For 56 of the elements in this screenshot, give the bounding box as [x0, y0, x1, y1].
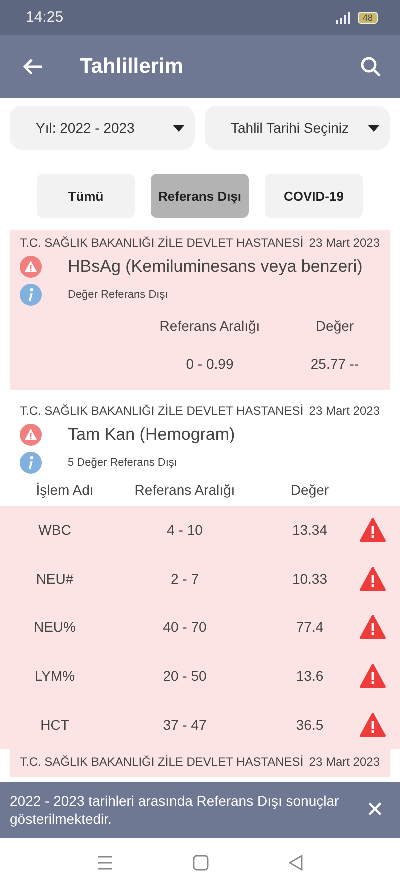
table-cell-text: WBC [38, 522, 72, 538]
result-date: 23 Mart 2023 [309, 236, 380, 250]
page-title: Tahlillerim [80, 54, 184, 78]
table-cell-text: 4 - 10 [166, 522, 204, 538]
table-cell-text: LYM% [34, 668, 76, 684]
hospital-name: T.C. SAĞLIK BAKANLIĞI ZİLE DEVLET HASTANESİ [20, 754, 304, 769]
result-note: 5 Değer Referans Dışı [68, 457, 178, 469]
filter-tab[interactable]: Tümü [37, 174, 135, 218]
info-icon [20, 452, 42, 474]
dropdown[interactable]: Yıl: 2022 - 2023 [10, 106, 195, 150]
clock: 14:25 [26, 9, 64, 26]
column-header: Değer [290, 482, 330, 498]
table-cell-text: 77.4 [295, 619, 325, 636]
result-card[interactable]: T.C. SAĞLIK BAKANLIĞI ZİLE DEVLET HASTANESİ 23 Mart 2023 [10, 748, 390, 777]
info-icon [20, 284, 42, 306]
result-card[interactable]: T.C. SAĞLIK BAKANLIĞI ZİLE DEVLET HASTANESİ 23 Mart 2023 Tam Kan (Hemogram) 5 Değer Referans Dışı İşlem Adı Referans Aralığı Değer [10, 398, 390, 506]
hospital-name: T.C. SAĞLIK BAKANLIĞI ZİLE DEVLET HASTANESİ [20, 236, 304, 250]
column-header: İşlem Adı [35, 482, 95, 498]
table-cell-text: 13.6 [295, 668, 325, 684]
battery-icon: 48 [358, 12, 378, 24]
column-header: Değer [314, 318, 356, 334]
table-cell-text: NEU% [32, 619, 77, 636]
table-cell-text: 0 - 0.99 [185, 356, 235, 372]
column-header: Referans Aralığı [134, 482, 236, 498]
filter-tab[interactable]: Referans Dışı [151, 174, 249, 218]
test-name: HBsAg (Kemiluminesans veya benzeri) [68, 257, 363, 277]
back-icon[interactable] [289, 855, 303, 871]
column-header: Referans Aralığı [158, 318, 262, 334]
table-cell-text: 13.34 [291, 522, 329, 538]
warning-icon [20, 256, 42, 278]
result-card[interactable]: T.C. SAĞLIK BAKANLIĞI ZİLE DEVLET HASTANESİ 23 Mart 2023 HBsAg (Kemiluminesans veya benzeri) Değer Referans Dışı Referans Aralığı Değer 0 - 0.99 25.77 -- [10, 230, 390, 390]
result-date: 23 Mart 2023 [309, 754, 380, 769]
result-date: 23 Mart 2023 [309, 404, 380, 418]
home-icon[interactable] [193, 855, 209, 871]
table-cell-text: HCT [40, 716, 70, 733]
table-cell-text: 25.77 -- [310, 356, 360, 372]
test-name: Tam Kan (Hemogram) [68, 425, 236, 445]
table-cell-text: 10.33 [291, 570, 329, 587]
table-cell-text: 2 - 7 [170, 570, 200, 587]
filter-tab[interactable]: COVID-19 [265, 174, 363, 218]
snackbar-message: 2022 - 2023 tarihleri arasında Referans Dışı sonuçlar gösterilmektedir. [10, 792, 340, 828]
table-cell-text: NEU# [35, 570, 75, 587]
warning-icon [20, 424, 42, 446]
result-note: Değer Referans Dışı [68, 289, 168, 301]
search-icon[interactable] [360, 56, 382, 78]
dropdown-arrow-icon [368, 124, 380, 132]
table-cell-text: 36.5 [295, 716, 325, 733]
table-cell-text: 40 - 70 [162, 619, 208, 636]
signal-icon [336, 12, 350, 24]
table-cell-text: 20 - 50 [162, 668, 208, 684]
close-button[interactable]: ✕ [360, 797, 390, 823]
menu-icon[interactable] [97, 856, 113, 870]
hospital-name: T.C. SAĞLIK BAKANLIĞI ZİLE DEVLET HASTANESİ [20, 404, 304, 418]
dropdown[interactable]: Tahlil Tarihi Seçiniz [205, 106, 390, 150]
table-cell-text: 37 - 47 [162, 716, 208, 733]
dropdown-arrow-icon [173, 124, 185, 132]
